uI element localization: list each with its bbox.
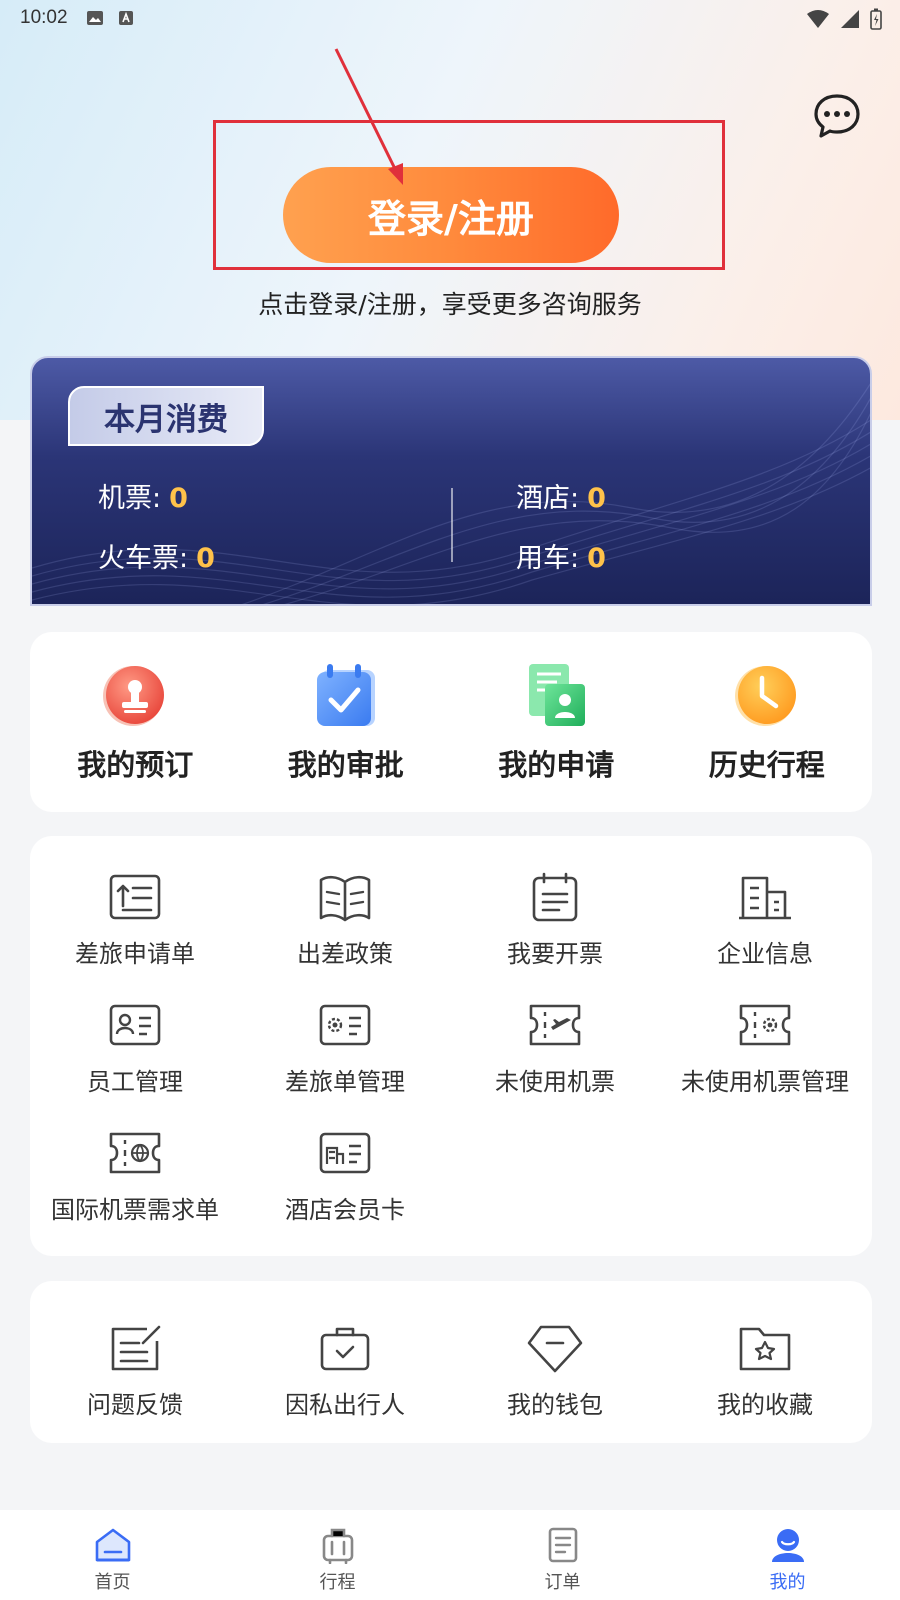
tab-label: 首页 bbox=[94, 1572, 131, 1593]
image-icon bbox=[86, 11, 103, 25]
tool-feedback[interactable]: 问题反馈 bbox=[30, 1317, 240, 1427]
tab-home[interactable]: 首页 bbox=[0, 1510, 225, 1600]
tool-label: 问题反馈 bbox=[87, 1391, 183, 1419]
services-card: 差旅申请单 出差政策 我要开票 企业信息 员工管理 差旅单管理 未使用机票 未使… bbox=[30, 836, 872, 1256]
intl-ticket-icon bbox=[109, 1132, 161, 1174]
wifi-icon bbox=[807, 10, 829, 28]
service-label: 国际机票需求单 bbox=[51, 1196, 219, 1224]
service-intl-ticket-request[interactable]: 国际机票需求单 bbox=[30, 1122, 240, 1232]
travel-manage-icon bbox=[319, 1004, 371, 1046]
tool-label: 我的收藏 bbox=[717, 1391, 813, 1419]
battery-icon bbox=[870, 8, 882, 30]
flight-ticket-icon bbox=[529, 1004, 581, 1046]
service-label: 酒店会员卡 bbox=[285, 1196, 405, 1224]
service-unused-tickets[interactable]: 未使用机票 bbox=[450, 994, 660, 1104]
service-travel-application[interactable]: 差旅申请单 bbox=[30, 866, 240, 976]
monthly-spend-card: 本月消费 机票: 0 酒店: 0 火车票: 0 用车: 0 bbox=[30, 356, 872, 606]
service-travel-order-management[interactable]: 差旅单管理 bbox=[240, 994, 450, 1104]
status-bar: 10:02 bbox=[0, 0, 900, 36]
service-label: 差旅单管理 bbox=[285, 1068, 405, 1096]
travel-form-icon bbox=[109, 874, 161, 920]
favorite-folder-icon bbox=[739, 1327, 791, 1371]
hotel-card-icon bbox=[319, 1132, 371, 1174]
application-doc-icon bbox=[529, 664, 586, 726]
spend-value: 0 bbox=[587, 543, 606, 574]
clock-icon bbox=[734, 666, 796, 726]
tool-label: 因私出行人 bbox=[285, 1391, 405, 1419]
service-company-info[interactable]: 企业信息 bbox=[660, 866, 870, 976]
main-action-label: 我的预订 bbox=[77, 748, 194, 782]
main-action-label: 我的申请 bbox=[498, 748, 615, 782]
tool-wallet[interactable]: 我的钱包 bbox=[450, 1317, 660, 1427]
chat-bubble-icon bbox=[814, 94, 860, 138]
service-label: 我要开票 bbox=[507, 940, 603, 968]
service-employee-management[interactable]: 员工管理 bbox=[30, 994, 240, 1104]
main-action-label: 我的审批 bbox=[287, 748, 404, 782]
service-label: 员工管理 bbox=[87, 1068, 183, 1096]
tab-label: 行程 bbox=[319, 1572, 356, 1593]
service-label: 出差政策 bbox=[297, 940, 393, 968]
spend-divider bbox=[451, 488, 453, 562]
invoice-icon bbox=[532, 872, 578, 922]
login-register-button[interactable]: 登录/注册 bbox=[283, 167, 619, 263]
spend-item-train: 火车票: 0 bbox=[98, 536, 215, 575]
profile-icon bbox=[771, 1529, 804, 1562]
spend-label: 酒店: bbox=[516, 483, 580, 514]
stamp-icon bbox=[103, 666, 165, 726]
tab-orders[interactable]: 订单 bbox=[450, 1510, 675, 1600]
login-hint-text: 点击登录/注册，享受更多咨询服务 bbox=[258, 290, 642, 319]
order-icon bbox=[548, 1527, 577, 1563]
service-label: 未使用机票 bbox=[495, 1068, 615, 1096]
spend-label: 机票: bbox=[98, 483, 162, 514]
calendar-check-icon bbox=[316, 664, 375, 726]
tools-card: 问题反馈 因私出行人 我的钱包 我的收藏 bbox=[30, 1281, 872, 1443]
my-approvals-button[interactable]: 我的审批 bbox=[241, 632, 452, 812]
message-button[interactable] bbox=[812, 92, 862, 140]
spend-label: 用车: bbox=[516, 543, 580, 574]
service-hotel-membership[interactable]: 酒店会员卡 bbox=[240, 1122, 450, 1232]
my-bookings-button[interactable]: 我的预订 bbox=[30, 632, 241, 812]
spend-label: 火车票: bbox=[98, 543, 189, 574]
status-time: 10:02 bbox=[20, 7, 68, 28]
spend-item-hotel: 酒店: 0 bbox=[516, 476, 606, 515]
service-unused-ticket-management[interactable]: 未使用机票管理 bbox=[660, 994, 870, 1104]
tool-label: 我的钱包 bbox=[507, 1391, 603, 1419]
bottom-tab-bar: 首页 行程 订单 我的 bbox=[0, 1510, 900, 1600]
travel-history-button[interactable]: 历史行程 bbox=[662, 632, 873, 812]
building-icon bbox=[739, 876, 791, 920]
tool-favorites[interactable]: 我的收藏 bbox=[660, 1317, 870, 1427]
home-icon bbox=[95, 1528, 130, 1562]
feedback-icon bbox=[111, 1325, 161, 1371]
tab-label: 订单 bbox=[544, 1572, 581, 1593]
spend-value: 0 bbox=[196, 543, 215, 574]
spend-item-car: 用车: 0 bbox=[516, 536, 606, 575]
main-action-label: 历史行程 bbox=[708, 748, 825, 782]
wallet-icon bbox=[527, 1325, 583, 1373]
service-label: 企业信息 bbox=[717, 940, 813, 968]
ticket-settings-icon bbox=[739, 1004, 791, 1046]
spend-value: 0 bbox=[169, 483, 188, 514]
tool-private-traveler[interactable]: 因私出行人 bbox=[240, 1317, 450, 1427]
spend-card-title: 本月消费 bbox=[68, 386, 264, 446]
my-applications-button[interactable]: 我的申请 bbox=[451, 632, 662, 812]
tab-label: 我的 bbox=[769, 1572, 806, 1593]
tab-itinerary[interactable]: 行程 bbox=[225, 1510, 450, 1600]
font-icon bbox=[118, 11, 133, 25]
service-invoice[interactable]: 我要开票 bbox=[450, 866, 660, 976]
service-travel-policy[interactable]: 出差政策 bbox=[240, 866, 450, 976]
tab-profile[interactable]: 我的 bbox=[675, 1510, 900, 1600]
service-label: 未使用机票管理 bbox=[681, 1068, 849, 1096]
spend-value: 0 bbox=[587, 483, 606, 514]
briefcase-icon bbox=[320, 1327, 370, 1371]
policy-book-icon bbox=[319, 875, 371, 922]
service-label: 差旅申请单 bbox=[75, 940, 195, 968]
main-actions-card: 我的预订 我的审批 我的申请 历史行程 bbox=[30, 632, 872, 812]
spend-item-flight: 机票: 0 bbox=[98, 476, 188, 515]
signal-icon bbox=[841, 10, 859, 28]
luggage-icon bbox=[322, 1528, 353, 1564]
employee-card-icon bbox=[109, 1004, 161, 1046]
